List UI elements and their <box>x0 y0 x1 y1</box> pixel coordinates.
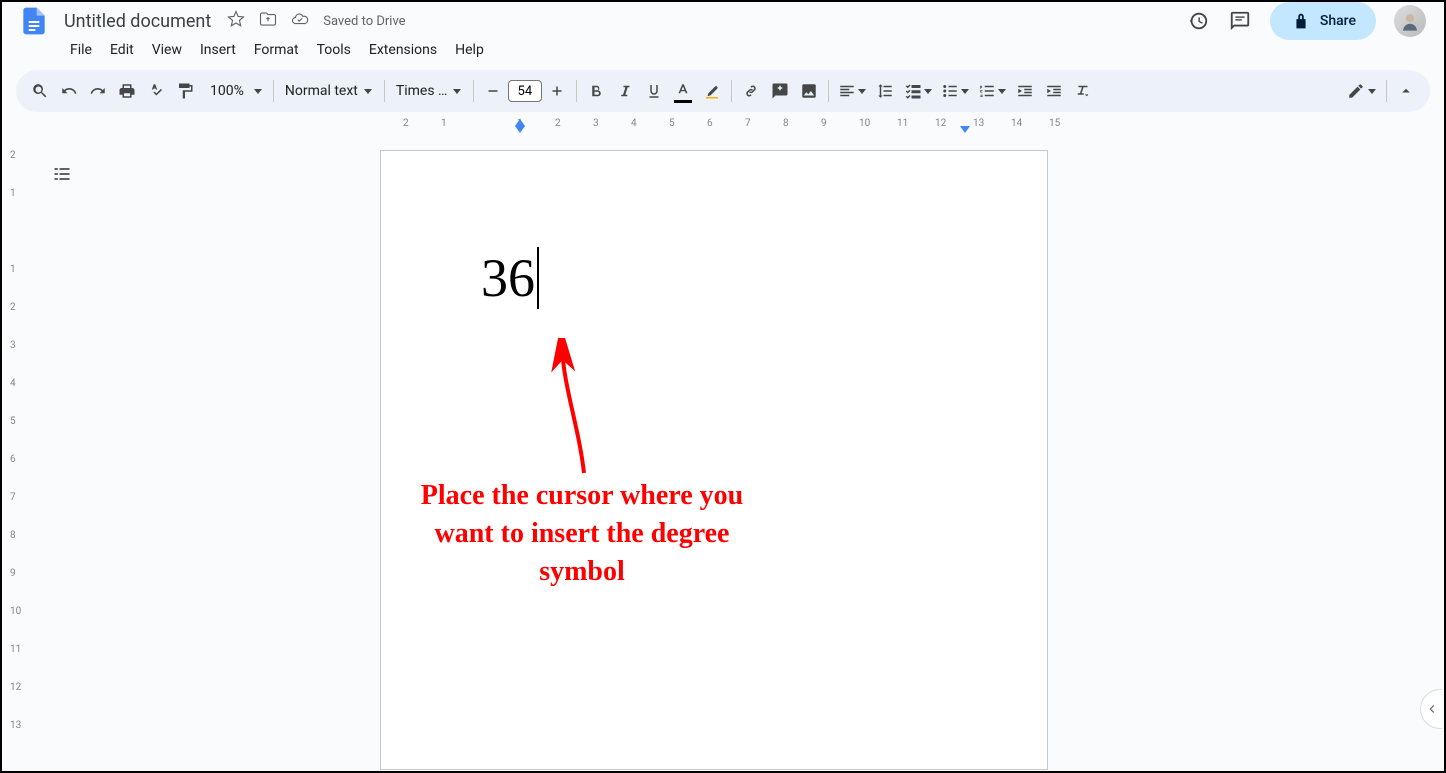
text-cursor <box>537 247 539 309</box>
numbered-list-icon[interactable] <box>974 77 1010 105</box>
avatar[interactable] <box>1394 5 1426 37</box>
chevron-down-icon <box>254 89 262 94</box>
search-icon[interactable] <box>26 77 54 105</box>
highlight-icon[interactable] <box>698 77 726 105</box>
clear-formatting-icon[interactable] <box>1069 77 1097 105</box>
decrease-indent-icon[interactable] <box>1011 77 1039 105</box>
separator <box>731 80 732 102</box>
increase-font-icon[interactable] <box>543 77 571 105</box>
collapse-toolbar-icon[interactable] <box>1392 77 1420 105</box>
chevron-down-icon <box>364 89 372 94</box>
move-icon[interactable] <box>259 10 277 32</box>
chevron-down-icon <box>453 89 461 94</box>
paragraph-style-dropdown[interactable]: Normal text <box>279 79 379 103</box>
chevron-down-icon <box>961 89 969 94</box>
zoom-dropdown[interactable]: 100% <box>200 79 268 103</box>
separator <box>576 80 577 102</box>
chevron-down-icon <box>1368 89 1376 94</box>
bulleted-list-icon[interactable] <box>937 77 973 105</box>
annotation-text: Place the cursor where you want to inser… <box>402 477 762 590</box>
outline-button[interactable] <box>46 158 78 190</box>
decrease-font-icon[interactable] <box>479 77 507 105</box>
menu-view[interactable]: View <box>144 38 190 60</box>
font-label: Times … <box>396 83 448 99</box>
bold-icon[interactable] <box>582 77 610 105</box>
checklist-icon[interactable] <box>900 77 936 105</box>
line-spacing-icon[interactable] <box>871 77 899 105</box>
undo-icon[interactable] <box>55 77 83 105</box>
saved-status: Saved to Drive <box>323 14 405 29</box>
title-icons: Saved to Drive <box>227 10 405 32</box>
menu-extensions[interactable]: Extensions <box>361 38 445 60</box>
document-page[interactable]: 36 <box>380 150 1048 770</box>
menu-edit[interactable]: Edit <box>102 38 142 60</box>
zoom-label: 100% <box>206 83 248 99</box>
paint-format-icon[interactable] <box>171 77 199 105</box>
chevron-down-icon <box>924 89 932 94</box>
style-label: Normal text <box>285 83 358 99</box>
menu-format[interactable]: Format <box>246 38 307 60</box>
spellcheck-icon[interactable] <box>142 77 170 105</box>
share-label: Share <box>1320 13 1356 29</box>
image-icon[interactable] <box>795 77 823 105</box>
document-content[interactable]: 36 <box>481 247 539 309</box>
cloud-saved-icon[interactable] <box>291 10 309 32</box>
comment-add-icon[interactable] <box>766 77 794 105</box>
star-icon[interactable] <box>227 10 245 32</box>
italic-icon[interactable] <box>611 77 639 105</box>
docs-logo[interactable] <box>14 1 54 41</box>
chevron-down-icon <box>998 89 1006 94</box>
underline-icon[interactable] <box>640 77 668 105</box>
menu-file[interactable]: File <box>62 38 100 60</box>
header-bar: Untitled document Saved to Drive Share <box>2 2 1444 36</box>
separator <box>1386 80 1387 102</box>
horizontal-ruler[interactable]: 21123456789101112131415 <box>26 118 1430 136</box>
side-panel-toggle[interactable] <box>1420 689 1442 729</box>
link-icon[interactable] <box>737 77 765 105</box>
document-title[interactable]: Untitled document <box>58 9 217 34</box>
menu-tools[interactable]: Tools <box>309 38 359 60</box>
print-icon[interactable] <box>113 77 141 105</box>
editing-mode-icon[interactable] <box>1341 77 1381 105</box>
menu-help[interactable]: Help <box>447 38 492 60</box>
menu-insert[interactable]: Insert <box>192 38 244 60</box>
header-right: Share <box>1186 2 1432 40</box>
document-text: 36 <box>481 247 535 309</box>
vertical-ruler[interactable]: 2112345678910111213 <box>4 150 28 770</box>
text-color-icon[interactable] <box>669 77 697 105</box>
chevron-down-icon <box>858 89 866 94</box>
separator <box>384 80 385 102</box>
increase-indent-icon[interactable] <box>1040 77 1068 105</box>
font-size-input[interactable]: 54 <box>508 80 542 102</box>
history-icon[interactable] <box>1186 9 1210 33</box>
align-icon[interactable] <box>834 77 870 105</box>
redo-icon[interactable] <box>84 77 112 105</box>
share-button[interactable]: Share <box>1270 2 1376 40</box>
menu-bar: File Edit View Insert Format Tools Exten… <box>2 36 1444 64</box>
font-dropdown[interactable]: Times … <box>390 79 468 103</box>
comments-icon[interactable] <box>1228 9 1252 33</box>
title-area: Untitled document Saved to Drive <box>58 9 406 34</box>
separator <box>828 80 829 102</box>
separator <box>273 80 274 102</box>
separator <box>473 80 474 102</box>
toolbar: 100% Normal text Times … 54 <box>16 70 1430 112</box>
